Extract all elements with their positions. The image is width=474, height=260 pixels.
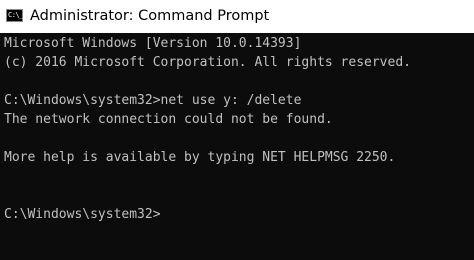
title-bar[interactable]: C:\_ Administrator: Command Prompt [0,0,474,33]
console-line-copyright: (c) 2016 Microsoft Corporation. All righ… [4,55,411,70]
console-line-command: C:\Windows\system32>net use y: /delete [4,93,302,108]
console-line-error: The network connection could not be foun… [4,112,333,127]
console-line-help: More help is available by typing NET HEL… [4,150,396,165]
console-prompt[interactable]: C:\Windows\system32> [4,205,474,224]
window-title: Administrator: Command Prompt [30,7,270,24]
console-line-version: Microsoft Windows [Version 10.0.14393] [4,36,302,51]
cmd-console-icon[interactable]: C:\_ [6,9,23,22]
console-output-area[interactable]: Microsoft Windows [Version 10.0.14393] (… [0,33,474,260]
command-prompt-window: C:\_ Administrator: Command Prompt Micro… [0,0,474,260]
cmd-icon-glyph: C:\_ [8,11,23,19]
